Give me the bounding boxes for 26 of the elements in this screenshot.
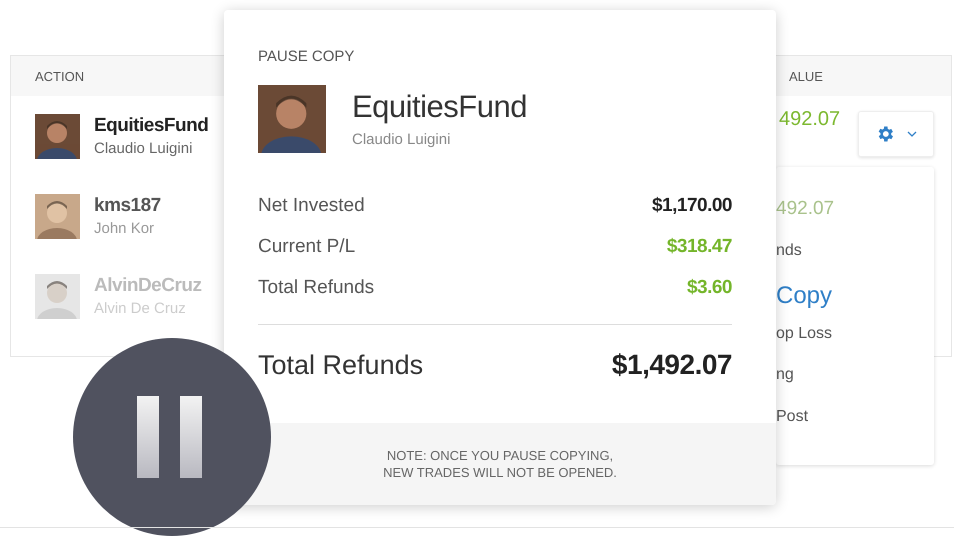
total-value: $1,492.07	[612, 349, 732, 381]
trader-full-name: John Kor	[94, 220, 156, 237]
summary-label: Current P/L	[258, 236, 356, 258]
value-cell-text: 492.07	[779, 108, 842, 131]
summary-value: $318.47	[666, 236, 732, 258]
dialog-title: PAUSE COPY	[258, 48, 356, 65]
summary-label: Total Refunds	[258, 276, 374, 298]
column-header: ACTION	[34, 68, 84, 84]
menu-item[interactable]: ng	[776, 365, 934, 406]
chevron-down-icon	[907, 131, 917, 137]
settings-button[interactable]	[858, 111, 934, 157]
menu-item[interactable]: op Loss	[776, 324, 934, 365]
trader-full-name: Claudio Luigini	[94, 140, 194, 157]
total-label: Total Refunds	[258, 350, 424, 380]
trader-full-name: Claudio Luigini	[352, 131, 452, 148]
menu-item[interactable]: Post	[776, 406, 934, 448]
menu-item[interactable]: nds	[776, 240, 934, 282]
summary-value: $3.60	[686, 276, 732, 298]
note-text: NOTE: ONCE YOU PAUSE COPYING, NEW TRADES WILL NOT BE OPENED.	[383, 447, 617, 481]
trader-username[interactable]: EquitiesFund	[94, 115, 208, 137]
trader-username[interactable]: kms187	[94, 195, 161, 217]
column-header: ALUE	[789, 68, 824, 84]
summary-value: $1,170.00	[652, 194, 732, 216]
trader-username: EquitiesFund	[352, 89, 527, 125]
menu-item[interactable]: Copy	[776, 282, 934, 324]
summary-label: Net Invested	[258, 194, 365, 216]
